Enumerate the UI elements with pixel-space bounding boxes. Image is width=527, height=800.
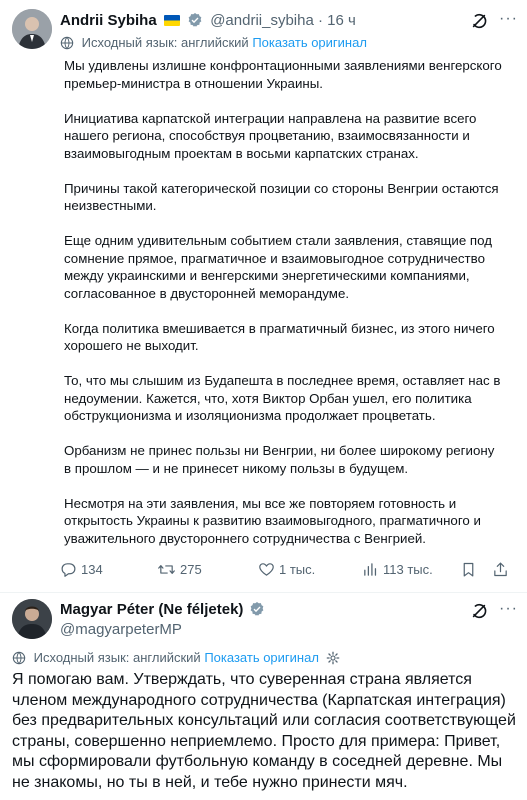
more-icon[interactable]: ···: [499, 11, 517, 30]
paragraph: Я помогаю вам. Утверждать, что суверенна…: [12, 671, 516, 791]
paragraph: Инициатива карпатской интеграции направл…: [64, 110, 477, 161]
paragraph: Несмотря на эти заявления, мы все же пов…: [64, 495, 481, 546]
share-button[interactable]: [492, 559, 513, 581]
repost-count: 275: [180, 562, 202, 577]
like-button[interactable]: 1 тыс.: [258, 559, 315, 581]
views-icon: [364, 563, 377, 576]
views-button[interactable]: 113 тыс.: [362, 559, 433, 581]
like-icon: [259, 563, 274, 576]
show-original-link[interactable]: Показать оригинал: [252, 35, 367, 50]
reply-button[interactable]: 134: [60, 559, 103, 581]
more-icon[interactable]: ···: [499, 601, 517, 620]
tweet-header: Andrii Sybiha @andrii_sybiha · 16 ч: [60, 11, 515, 31]
tweet-actions: 134 275 1 тыс. 113 тыс.: [60, 559, 512, 581]
grok-icon[interactable]: [470, 12, 488, 30]
paragraph: Причины такой категорической позиции со …: [64, 180, 499, 214]
repost-icon: [158, 565, 175, 574]
paragraph: Орбанизм не принес пользы ни Венгрии, ни…: [64, 443, 495, 476]
tweet-header: Magyar Péter (Ne féljetek) @magyarpeterM…: [60, 600, 515, 640]
author-name[interactable]: Magyar Péter (Ne féljetek): [60, 601, 243, 618]
translation-bar: Исходный язык: английский Показать ориги…: [12, 650, 344, 666]
show-original-link[interactable]: Показать оригинал: [204, 650, 319, 665]
repost-button[interactable]: 275: [157, 559, 202, 581]
bookmark-icon: [463, 562, 474, 577]
globe-icon: [60, 36, 74, 50]
avatar[interactable]: [12, 9, 52, 49]
translation-label: Исходный язык: английский: [81, 35, 249, 50]
timestamp[interactable]: 16 ч: [327, 12, 356, 29]
verified-badge-icon: [250, 602, 263, 616]
ukraine-flag-icon: [163, 15, 180, 26]
globe-icon: [12, 651, 26, 665]
author-handle[interactable]: @andrii_sybiha: [210, 12, 314, 29]
avatar[interactable]: [12, 599, 52, 639]
author-name[interactable]: Andrii Sybiha: [60, 12, 157, 29]
tweet-sybiha: Andrii Sybiha @andrii_sybiha · 16 ч ··· …: [0, 0, 527, 593]
paragraph: Мы удивлены излишне конфронтационными за…: [64, 58, 502, 91]
share-icon: [494, 562, 507, 577]
paragraph: Когда политика вмешивается в прагматичны…: [64, 320, 495, 354]
gear-icon[interactable]: [326, 651, 340, 665]
tweet-text: Я помогаю вам. Утверждать, что суверенна…: [12, 670, 520, 793]
views-count: 113 тыс.: [383, 562, 433, 577]
author-handle[interactable]: @magyarpeterMP: [60, 620, 515, 640]
separator: ·: [318, 12, 323, 29]
paragraph: Еще одним удивительным событием стали за…: [64, 233, 492, 301]
reply-count: 134: [81, 562, 103, 577]
paragraph: То, что мы слышим из Будапешта в последн…: [64, 373, 501, 423]
like-count: 1 тыс.: [279, 562, 316, 577]
bookmark-button[interactable]: [460, 559, 481, 581]
grok-icon[interactable]: [470, 602, 488, 620]
reply-icon: [61, 563, 76, 577]
translation-bar: Исходный язык: английский Показать ориги…: [60, 35, 367, 51]
verified-badge-icon: [188, 13, 202, 27]
translation-label: Исходный язык: английский: [33, 650, 201, 665]
tweet-text: Мы удивлены излишне конфронтационными за…: [64, 57, 504, 547]
